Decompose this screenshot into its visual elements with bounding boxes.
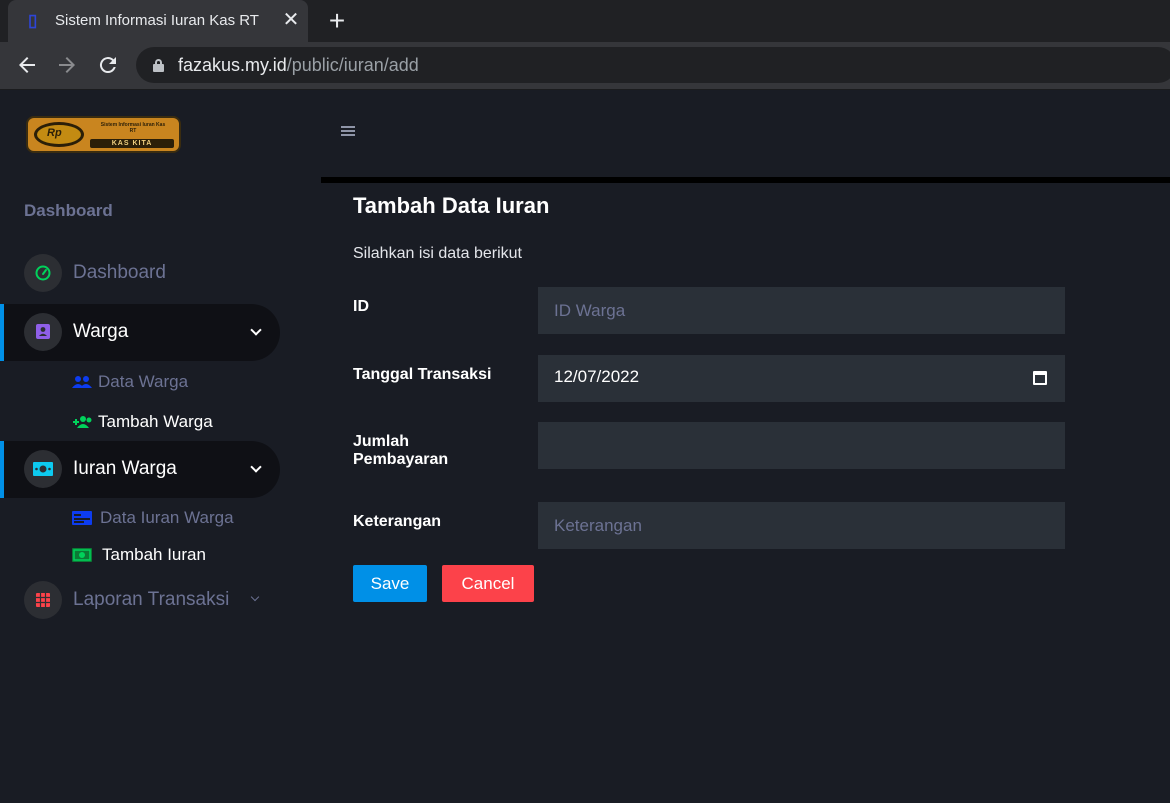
nav-icon-circle <box>24 581 62 619</box>
sidebar-item-label: Warga <box>73 321 129 342</box>
speedometer-icon <box>35 265 51 281</box>
lock-icon <box>153 59 164 72</box>
back-arrow-icon[interactable] <box>15 53 39 77</box>
page-title: Tambah Data Iuran <box>353 193 550 218</box>
id-warga-input[interactable] <box>538 287 1065 334</box>
amount-label: Jumlah Pembayaran <box>353 433 449 468</box>
reload-icon[interactable] <box>96 53 120 77</box>
logo-plate: KAS KITA <box>90 139 174 148</box>
logo-badge-text: Rp <box>47 127 62 139</box>
form-description: Silahkan isi data berikut <box>353 245 522 262</box>
id-label: ID <box>353 298 369 315</box>
sub-item-label: Data Warga <box>98 372 189 391</box>
id-card-icon <box>72 511 92 525</box>
sidebar-item-warga[interactable]: Warga <box>0 304 280 361</box>
amount-input[interactable] <box>538 422 1065 469</box>
nav-icon-circle <box>24 313 62 351</box>
url-text: fazakus.my.id/public/iuran/add <box>178 55 419 76</box>
nav-icon-circle <box>24 254 62 292</box>
note-input[interactable] <box>538 502 1065 549</box>
sidebar-item-label: Dashboard <box>73 262 166 283</box>
money-bill-icon <box>72 548 92 562</box>
url-host: fazakus.my.id <box>178 55 287 75</box>
chevron-down-icon <box>251 322 263 342</box>
calendar-icon[interactable] <box>1033 371 1047 385</box>
transaction-date-input[interactable]: 12/07/2022 <box>538 355 1065 402</box>
cash-icon <box>33 462 53 476</box>
nav-category: Dashboard <box>24 201 113 220</box>
chevron-down-icon <box>251 590 263 610</box>
main-content: Tambah Data Iuran Silahkan isi data beri… <box>321 177 1170 803</box>
menu-toggle-icon[interactable] <box>341 126 355 136</box>
brand-logo[interactable]: Rp Sistem Informasi Iuran Kas RT KAS KIT… <box>26 116 181 153</box>
users-icon <box>72 376 92 388</box>
contact-card-icon <box>36 324 50 339</box>
table-grid-icon <box>36 593 50 607</box>
sub-item-label: Data Iuran Warga <box>100 508 234 527</box>
sidebar-item-laporan-transaksi[interactable]: Laporan Transaksi <box>0 572 280 629</box>
sub-item-label: Tambah Iuran <box>102 545 206 564</box>
new-tab-button[interactable]: + <box>326 7 348 35</box>
cancel-button[interactable]: Cancel <box>442 565 534 602</box>
url-path: /public/iuran/add <box>286 55 419 75</box>
tab-title: Sistem Informasi Iuran Kas RT <box>55 12 259 29</box>
logo-text: Sistem Informasi Iuran Kas RT <box>100 122 166 134</box>
sidebar-item-label: Iuran Warga <box>73 458 177 479</box>
sidebar-item-label: Laporan Transaksi <box>73 589 230 610</box>
date-label: Tanggal Transaksi <box>353 366 492 383</box>
address-bar[interactable]: fazakus.my.id/public/iuran/add <box>136 47 1170 83</box>
user-add-icon <box>73 416 92 428</box>
logo-plate-text: KAS KITA <box>111 140 153 147</box>
sidebar-item-iuran-warga[interactable]: Iuran Warga <box>0 441 280 498</box>
save-button[interactable]: Save <box>353 565 427 602</box>
app: Rp Sistem Informasi Iuran Kas RT KAS KIT… <box>0 91 1170 803</box>
nav-icon-circle <box>24 450 62 488</box>
close-tab-icon[interactable]: ✕ <box>281 9 301 31</box>
chevron-down-icon <box>251 459 263 479</box>
rupiah-coin-icon: Rp <box>34 122 84 147</box>
favicon-icon: ▯ <box>28 11 38 30</box>
browser-toolbar: fazakus.my.id/public/iuran/add <box>0 42 1170 90</box>
browser-tab-bar: ▯ Sistem Informasi Iuran Kas RT ✕ + <box>0 0 1170 42</box>
date-value: 12/07/2022 <box>554 367 640 386</box>
note-label: Keterangan <box>353 513 442 530</box>
sub-item-label: Tambah Warga <box>98 412 213 431</box>
sidebar: Rp Sistem Informasi Iuran Kas RT KAS KIT… <box>0 91 321 803</box>
sidebar-item-dashboard[interactable]: Dashboard <box>0 245 280 302</box>
browser-tab[interactable]: ▯ Sistem Informasi Iuran Kas RT ✕ <box>8 0 308 42</box>
form-card: Tambah Data Iuran Silahkan isi data beri… <box>321 183 1170 803</box>
top-navbar <box>321 91 1170 177</box>
forward-arrow-icon[interactable] <box>55 53 79 77</box>
